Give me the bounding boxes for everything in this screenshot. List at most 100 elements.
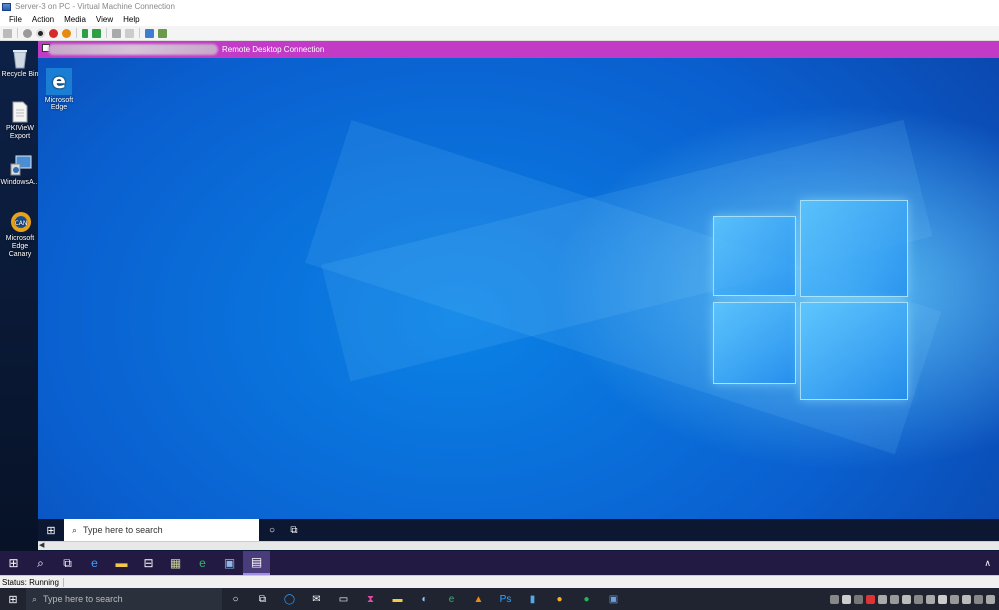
menu-action[interactable]: Action: [27, 15, 59, 24]
hourglass-icon[interactable]: ⧗: [357, 588, 384, 610]
toolbar-separator: [139, 28, 140, 38]
task-view-icon[interactable]: ⧉: [54, 551, 81, 575]
tray-icon[interactable]: [866, 594, 875, 604]
scroll-left-icon[interactable]: ◀: [39, 541, 44, 549]
search-icon[interactable]: ⌕: [27, 551, 54, 575]
share-icon[interactable]: [158, 28, 167, 38]
start-icon[interactable]: ⊞: [0, 551, 27, 575]
desktop-icon-pkiview[interactable]: PKIVieW Export: [0, 101, 40, 141]
network-icon[interactable]: ⊟: [135, 551, 162, 575]
main-search-box[interactable]: ⌕ Type here to search: [26, 588, 222, 610]
photoshop-icon[interactable]: Ps: [492, 588, 519, 610]
menu-help[interactable]: Help: [118, 15, 144, 24]
guest-search-box[interactable]: ⌕ Type here to search: [64, 519, 259, 541]
toolbar-separator: [106, 28, 107, 38]
vm-connection-icon: [2, 2, 11, 11]
desktop-icon-edge-canary[interactable]: CAN Microsoft Edge Canary: [0, 211, 40, 259]
status-bar: Status: Running: [0, 575, 999, 588]
window-titlebar: Server-3 on PC - Virtual Machine Connect…: [0, 0, 999, 13]
desktop-icon-label: PKIVieW Export: [6, 125, 34, 140]
tray-icon[interactable]: [986, 594, 995, 604]
reset-icon[interactable]: [92, 28, 101, 38]
folder-icon[interactable]: ▦: [162, 551, 189, 575]
vm-icon[interactable]: ▣: [600, 588, 627, 610]
menu-bar: File Action Media View Help: [0, 13, 999, 26]
windows-logo-pane: [713, 302, 796, 384]
rdc-title: Remote Desktop Connection: [222, 45, 325, 54]
chevron-up-icon[interactable]: ∧: [984, 558, 991, 569]
edge-beta-icon[interactable]: e: [189, 551, 216, 575]
tray-icon[interactable]: [830, 594, 839, 604]
desktop-icon-edge[interactable]: e Microsoft Edge: [44, 68, 74, 111]
search-icon: ⌕: [32, 593, 38, 604]
shutdown-icon[interactable]: [49, 28, 58, 38]
spotify-icon[interactable]: ●: [573, 588, 600, 610]
window-title: Server-3 on PC - Virtual Machine Connect…: [15, 2, 175, 11]
vm-toolbar: [0, 26, 999, 41]
tray-icon[interactable]: [914, 594, 923, 604]
tray-icon[interactable]: [902, 594, 911, 604]
tray-icon[interactable]: [974, 594, 983, 604]
desktop-icon-windows-admin[interactable]: WindowsA...: [0, 155, 40, 187]
cortana-ring-icon[interactable]: ◯: [276, 588, 303, 610]
desktop-icon-label: Microsoft Edge: [44, 97, 74, 111]
menu-media[interactable]: Media: [59, 15, 91, 24]
desktop-icon-label: Microsoft Edge Canary: [5, 235, 35, 258]
menu-view[interactable]: View: [91, 15, 118, 24]
tray-icon[interactable]: [878, 594, 887, 604]
guest-taskbar: ⊞ ⌕ Type here to search ○ ⧉: [38, 519, 999, 541]
store-icon[interactable]: ▭: [330, 588, 357, 610]
edge-icon[interactable]: e: [81, 551, 108, 575]
enhanced-session-icon[interactable]: [145, 28, 154, 38]
task-view-icon[interactable]: ⧉: [249, 588, 276, 610]
host-desktop: Recycle Bin PKIVieW Export WindowsA... C…: [0, 41, 40, 551]
windows-logo-pane: [800, 302, 908, 400]
status-text: Status: Running: [2, 577, 64, 587]
recycle-bin-icon: [10, 47, 30, 69]
cortana-icon[interactable]: ○: [222, 588, 249, 610]
checkpoint-icon[interactable]: [112, 28, 121, 38]
host-taskbar: ⊞ ⌕ ⧉ e ▬ ⊟ ▦ e ▣ ▤ ∧: [0, 551, 999, 575]
paint-icon[interactable]: ●: [546, 588, 573, 610]
turn-off-icon[interactable]: [36, 28, 45, 38]
tray-icon[interactable]: [938, 594, 947, 604]
vlc-icon[interactable]: ▲: [465, 588, 492, 610]
main-taskbar: ⊞ ⌕ Type here to search ○ ⧉ ◯ ✉ ▭ ⧗ ▬ ◐ …: [0, 588, 999, 610]
tray-icon[interactable]: [950, 594, 959, 604]
desktop-icon-recycle-bin[interactable]: Recycle Bin: [0, 47, 40, 79]
cortana-icon[interactable]: ○: [261, 519, 283, 541]
tray-icon[interactable]: [842, 594, 851, 604]
system-tray: [830, 594, 999, 604]
edge-icon: e: [46, 68, 72, 95]
rdp-icon[interactable]: ▣: [216, 551, 243, 575]
redacted-host-name: [48, 44, 218, 55]
document-icon: [10, 101, 30, 123]
start-icon[interactable]: ⊞: [38, 519, 64, 541]
admin-tools-icon: [10, 155, 32, 177]
task-view-icon[interactable]: ⧉: [283, 519, 305, 541]
toolbar-separator: [76, 28, 77, 38]
tray-icon[interactable]: [926, 594, 935, 604]
menu-file[interactable]: File: [4, 15, 27, 24]
pause-icon[interactable]: [82, 28, 88, 38]
search-placeholder: Type here to search: [43, 594, 123, 604]
tray-icon[interactable]: [962, 594, 971, 604]
horizontal-scrollbar[interactable]: ◀: [38, 541, 999, 550]
ctrl-alt-del-icon[interactable]: [3, 28, 12, 38]
svg-text:CAN: CAN: [15, 220, 28, 227]
revert-icon[interactable]: [125, 28, 134, 38]
start-icon[interactable]: ⊞: [0, 588, 26, 610]
app-icon[interactable]: ▮: [519, 588, 546, 610]
search-placeholder: Type here to search: [83, 525, 163, 535]
vm-connection-icon[interactable]: ▤: [243, 551, 270, 575]
mail-icon[interactable]: ✉: [303, 588, 330, 610]
tray-icon[interactable]: [890, 594, 899, 604]
folder-icon[interactable]: ▬: [384, 588, 411, 610]
save-icon[interactable]: [62, 28, 71, 38]
steam-icon[interactable]: ◐: [411, 588, 438, 610]
desktop-icon-label: WindowsA...: [0, 179, 40, 186]
edge-icon[interactable]: e: [438, 588, 465, 610]
start-icon[interactable]: [23, 28, 32, 38]
file-explorer-icon[interactable]: ▬: [108, 551, 135, 575]
tray-icon[interactable]: [854, 594, 863, 604]
